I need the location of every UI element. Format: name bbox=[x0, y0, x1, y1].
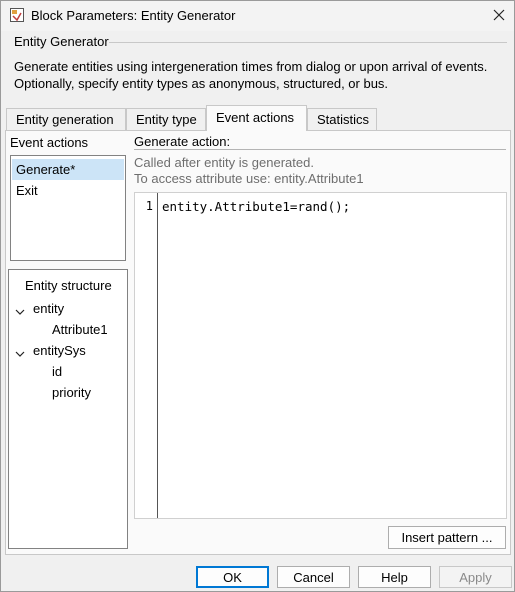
list-item-generate[interactable]: Generate* bbox=[12, 159, 124, 180]
tab-bar: Entity generation Entity type Event acti… bbox=[6, 105, 511, 131]
description-line: Generate entities using intergeneration … bbox=[14, 59, 488, 74]
chevron-down-icon[interactable] bbox=[15, 305, 25, 315]
event-actions-list[interactable]: Generate* Exit bbox=[10, 155, 126, 261]
entity-structure-title: Entity structure bbox=[25, 278, 112, 293]
code-line[interactable]: entity.Attribute1=rand(); bbox=[162, 199, 350, 214]
close-button[interactable] bbox=[487, 5, 511, 27]
close-icon bbox=[493, 9, 505, 24]
tree-node-priority[interactable]: priority bbox=[52, 385, 91, 400]
title-bar[interactable]: Block Parameters: Entity Generator bbox=[1, 1, 514, 31]
help-button[interactable]: Help bbox=[358, 566, 431, 588]
window-title: Block Parameters: Entity Generator bbox=[31, 8, 236, 23]
chevron-down-icon[interactable] bbox=[15, 347, 25, 357]
block-description: Generate entities using intergeneration … bbox=[14, 58, 504, 92]
event-actions-label: Event actions bbox=[10, 135, 89, 150]
list-item-exit[interactable]: Exit bbox=[12, 180, 124, 201]
entity-structure-panel: Entity structure entity Attribute1 entit… bbox=[8, 269, 128, 549]
generate-action-hint: Called after entity is generated. bbox=[134, 155, 314, 170]
code-editor[interactable]: 1 entity.Attribute1=rand(); bbox=[134, 192, 507, 519]
line-number: 1 bbox=[145, 199, 153, 213]
generate-action-underline bbox=[134, 149, 506, 150]
generate-action-hint: To access attribute use: entity.Attribut… bbox=[134, 171, 364, 186]
simulink-block-icon bbox=[10, 8, 24, 22]
generate-action-label: Generate action: bbox=[134, 134, 231, 149]
line-number-gutter: 1 bbox=[135, 193, 158, 518]
tab-entity-generation[interactable]: Entity generation bbox=[6, 108, 126, 130]
apply-button[interactable]: Apply bbox=[439, 566, 512, 588]
block-name-heading: Entity Generator bbox=[14, 34, 109, 49]
tab-event-actions[interactable]: Event actions bbox=[206, 105, 307, 131]
insert-pattern-button[interactable]: Insert pattern ... bbox=[388, 526, 506, 549]
group-divider bbox=[109, 42, 507, 43]
ok-button[interactable]: OK bbox=[196, 566, 269, 588]
tree-node-entity[interactable]: entity bbox=[33, 301, 64, 316]
tab-entity-type[interactable]: Entity type bbox=[126, 108, 206, 130]
tree-node-entitysys[interactable]: entitySys bbox=[33, 343, 86, 358]
cancel-button[interactable]: Cancel bbox=[277, 566, 350, 588]
tree-node-attribute1[interactable]: Attribute1 bbox=[52, 322, 108, 337]
tab-statistics[interactable]: Statistics bbox=[307, 108, 377, 130]
tree-node-id[interactable]: id bbox=[52, 364, 62, 379]
block-parameters-dialog: Block Parameters: Entity Generator Entit… bbox=[0, 0, 515, 592]
description-line: Optionally, specify entity types as anon… bbox=[14, 76, 389, 91]
